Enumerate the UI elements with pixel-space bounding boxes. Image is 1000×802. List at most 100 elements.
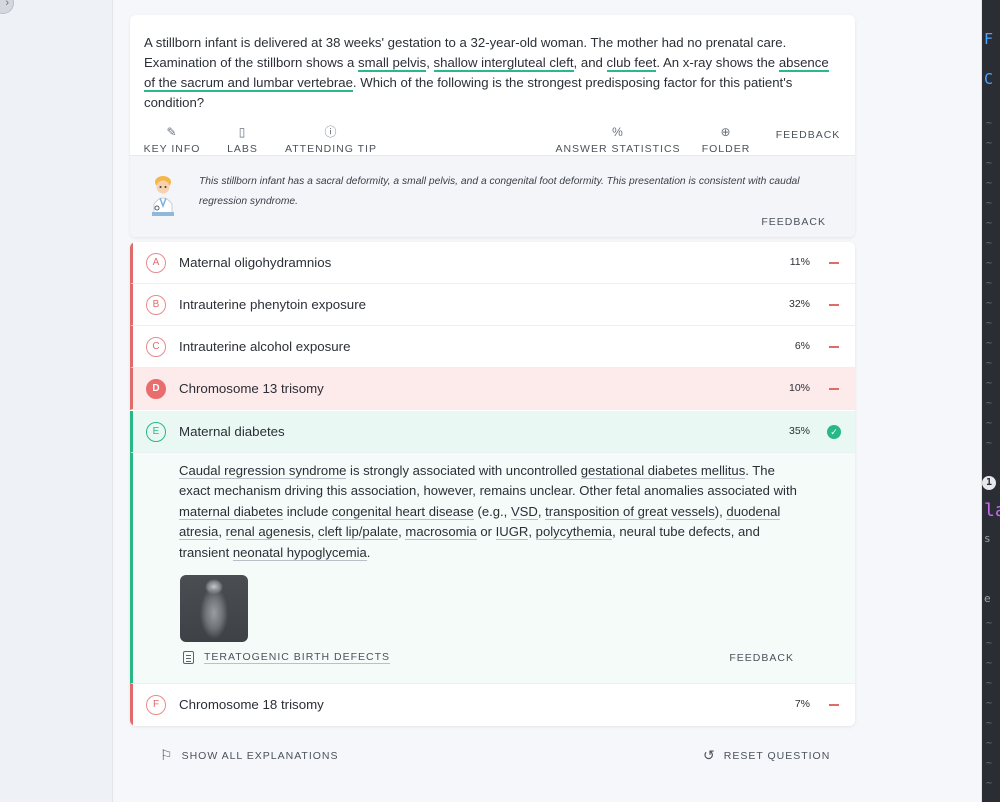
tilde-marker: ~ <box>986 438 993 449</box>
option-text: Chromosome 18 trisomy <box>179 697 324 712</box>
chevron-right-icon: › <box>5 0 9 9</box>
explanation-text-run: , <box>528 524 536 540</box>
tilde-marker: ~ <box>986 618 993 629</box>
option-text: Intrauterine alcohol exposure <box>179 339 351 354</box>
incorrect-dash-icon <box>829 704 839 706</box>
option-text: Intrauterine phenytoin exposure <box>179 297 367 312</box>
side-editor-strip: F C ~ ~ ~ ~ ~ ~ ~ ~ ~ ~ ~ ~ ~ ~ ~ ~ ~ 1 … <box>982 0 1000 802</box>
question-card: A stillborn infant is delivered at 38 we… <box>130 15 855 237</box>
answer-option-c[interactable]: C Intrauterine alcohol exposure 6% <box>130 326 855 368</box>
answer-option-b[interactable]: B Intrauterine phenytoin exposure 32% <box>130 284 855 326</box>
attending-tip-text: This stillborn infant has a sacral defor… <box>199 176 800 207</box>
term-link[interactable]: IUGR <box>495 524 529 541</box>
show-all-explanations-button[interactable]: ⚐ SHOW ALL EXPLANATIONS <box>160 747 339 764</box>
tilde-marker: ~ <box>986 278 993 289</box>
term-link[interactable]: renal agenesis <box>225 524 311 541</box>
tilde-marker: ~ <box>986 658 993 669</box>
tip-feedback-button[interactable]: FEEDBACK <box>761 216 826 228</box>
term-link[interactable]: transposition of great vessels <box>545 503 715 520</box>
explanation-text-run: ), <box>714 503 727 519</box>
option-letter: E <box>146 422 166 442</box>
answer-option-e-correct[interactable]: E Maternal diabetes 35% ✓ <box>130 411 855 453</box>
tilde-marker: ~ <box>986 158 993 169</box>
strip-glyph: F <box>984 30 994 48</box>
incorrect-dash-icon <box>829 262 839 264</box>
tilde-marker: ~ <box>986 118 993 129</box>
sidebar-toggle-button[interactable]: › <box>0 0 14 14</box>
tilde-marker: ~ <box>986 198 993 209</box>
answer-choices-card: A Maternal oligohydramnios 11% B Intraut… <box>130 242 855 726</box>
incorrect-dash-icon <box>829 388 839 390</box>
term-link[interactable]: gestational diabetes mellitus <box>580 463 746 479</box>
tilde-marker: ~ <box>986 298 993 309</box>
incorrect-dash-icon <box>829 304 839 306</box>
option-letter: C <box>146 337 166 357</box>
option-text: Chromosome 13 trisomy <box>179 381 324 396</box>
option-percentage: 7% <box>794 698 810 710</box>
tilde-marker: ~ <box>986 698 993 709</box>
explanation-text-run: include <box>283 503 332 519</box>
attending-tip-panel: This stillborn infant has a sacral defor… <box>130 155 855 237</box>
option-percentage: 11% <box>789 256 810 268</box>
term-link[interactable]: macrosomia <box>405 524 477 541</box>
highlight-small-pelvis[interactable]: small pelvis <box>358 55 427 72</box>
term-link[interactable]: congenital heart disease <box>331 503 474 520</box>
tilde-marker: ~ <box>986 678 993 689</box>
percent-icon: % <box>612 125 624 139</box>
doctor-avatar-icon <box>152 176 174 216</box>
term-link[interactable]: polycythemia <box>535 524 613 541</box>
strip-glyph: s <box>984 532 991 545</box>
option-letter: F <box>146 695 166 715</box>
term-link[interactable]: maternal diabetes <box>179 503 284 520</box>
strip-badge: 1 <box>982 476 996 490</box>
tilde-marker: ~ <box>986 718 993 729</box>
tilde-marker: ~ <box>986 238 993 249</box>
explanation-text-run: , <box>310 524 319 540</box>
flag-icon: ⚐ <box>160 747 174 763</box>
term-link[interactable]: neonatal hypoglycemia <box>232 544 367 561</box>
strip-glyph: e <box>984 592 991 605</box>
answer-option-a[interactable]: A Maternal oligohydramnios 11% <box>130 242 855 284</box>
check-circle-icon: ✓ <box>827 425 841 439</box>
answer-option-f[interactable]: F Chromosome 18 trisomy 7% <box>130 684 855 726</box>
explanation-panel: Caudal regression syndrome is strongly a… <box>130 453 855 684</box>
tilde-marker: ~ <box>986 358 993 369</box>
term-link[interactable]: VSD <box>510 503 538 520</box>
tilde-marker: ~ <box>986 318 993 329</box>
tilde-marker: ~ <box>986 258 993 269</box>
reference-title: TERATOGENIC BIRTH DEFECTS <box>204 651 391 664</box>
term-link[interactable]: Caudal regression syndrome <box>179 463 347 479</box>
tilde-marker: ~ <box>986 638 993 649</box>
reset-label: RESET QUESTION <box>723 749 831 762</box>
strip-glyph: la <box>984 500 1000 521</box>
reset-question-button[interactable]: ↺ RESET QUESTION <box>703 747 830 764</box>
stem-text: . An x-ray shows the <box>656 55 779 70</box>
incorrect-dash-icon <box>829 346 839 348</box>
explanation-text-run: is strongly associated with uncontrolled <box>346 463 581 478</box>
highlight-intergluteal-cleft[interactable]: shallow intergluteal cleft <box>433 55 574 72</box>
clipboard-icon: ▯ <box>238 125 247 139</box>
xray-thumbnail[interactable] <box>180 575 248 642</box>
tilde-marker: ~ <box>986 758 993 769</box>
tilde-marker: ~ <box>986 418 993 429</box>
show-all-label: SHOW ALL EXPLANATIONS <box>181 749 339 762</box>
reference-link[interactable]: TERATOGENIC BIRTH DEFECTS <box>183 651 391 664</box>
highlight-club-feet[interactable]: club feet <box>606 55 657 72</box>
strip-glyph: C <box>984 70 994 88</box>
tilde-marker: ~ <box>986 178 993 189</box>
option-letter: A <box>146 253 166 273</box>
term-link[interactable]: cleft lip/palate <box>318 524 399 541</box>
explanation-text-run: . <box>366 544 371 560</box>
document-icon <box>183 651 194 664</box>
pencil-icon: ✎ <box>166 125 178 139</box>
explanation-text-run: or <box>476 524 496 540</box>
question-circle-icon: ⓘ <box>324 125 338 139</box>
explanation-feedback-button[interactable]: FEEDBACK <box>729 652 794 664</box>
explanation-text-run: , <box>218 524 226 540</box>
plus-circle-icon: ⊕ <box>720 125 732 139</box>
answer-option-d-selected[interactable]: D Chromosome 13 trisomy 10% <box>130 368 855 410</box>
option-percentage: 6% <box>794 340 810 352</box>
question-stem: A stillborn infant is delivered at 38 we… <box>144 33 834 113</box>
option-percentage: 32% <box>788 298 810 310</box>
tilde-marker: ~ <box>986 138 993 149</box>
